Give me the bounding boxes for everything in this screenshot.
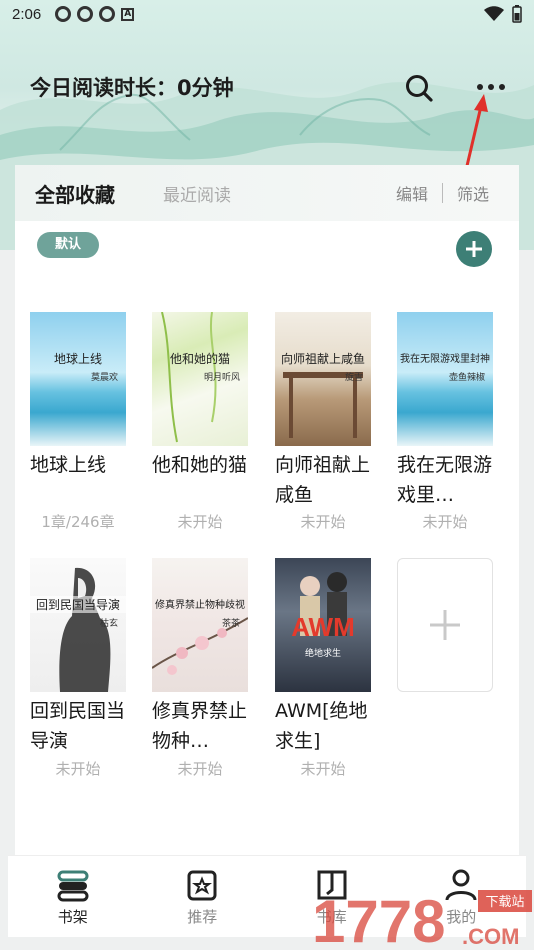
book-cover[interactable]: 修真界禁止物种歧视 茶茶 — [152, 558, 248, 692]
cover-title: 修真界禁止物种歧视 — [155, 600, 245, 611]
recommend-icon — [187, 870, 217, 901]
book-item[interactable]: 我在无限游戏里封神 壶鱼辣椒 我在无限游戏里… — [397, 312, 493, 510]
book-progress: 未开始 — [300, 760, 346, 778]
cover-author: 旋雪 — [344, 373, 363, 383]
search-icon[interactable] — [404, 73, 434, 103]
cover-author: 莫晨欢 — [90, 373, 118, 383]
book-cover[interactable]: 我在无限游戏里封神 壶鱼辣椒 — [397, 312, 493, 446]
svg-text:1778: 1778 — [312, 888, 445, 950]
notification-icon — [77, 6, 94, 22]
book-cover[interactable]: AWM 绝地求生 — [275, 558, 371, 692]
book-cover[interactable]: 回到民国当导演 枯玄 — [30, 558, 126, 692]
add-book-button[interactable] — [397, 558, 493, 692]
shelf-tabs: 全部收藏 最近阅读 编辑 筛选 — [15, 165, 519, 221]
book-item[interactable]: AWM 绝地求生 AWM[绝地求生] — [275, 558, 371, 756]
notification-icons: A — [55, 6, 135, 22]
book-title: AWM[绝地求生] — [275, 700, 368, 752]
bookshelf-card: 全部收藏 最近阅读 编辑 筛选 默认 地球上线 莫晨欢 地球上线 他和她的猫 明… — [15, 165, 519, 855]
book-title: 向师祖献上咸鱼 — [275, 454, 371, 506]
notification-a-icon: A — [121, 7, 135, 21]
cover-title: AWM — [291, 612, 355, 642]
cover-title: 他和她的猫 — [169, 352, 230, 366]
cover-title: 我在无限游戏里封神 — [400, 354, 490, 365]
battery-icon — [512, 5, 522, 23]
wifi-icon — [484, 6, 504, 21]
nav-label: 推荐 — [187, 908, 218, 926]
cover-title: 回到民国当导演 — [30, 596, 126, 613]
book-item[interactable]: 回到民国当导演 枯玄 回到民国当导演 — [30, 558, 126, 756]
notification-icon — [99, 6, 116, 22]
tab-recent-reading[interactable]: 最近阅读 — [163, 181, 231, 206]
book-item[interactable]: 他和她的猫 明月听风 他和她的猫 — [152, 312, 248, 480]
book-cover[interactable]: 地球上线 莫晨欢 — [30, 312, 126, 446]
site-watermark-logo: 1778 .COM 下载站 — [312, 888, 532, 950]
book-progress: 未开始 — [177, 513, 223, 531]
book-cover[interactable]: 他和她的猫 明月听风 — [152, 312, 248, 446]
status-bar: 2:06 A — [0, 0, 534, 28]
book-progress: 未开始 — [177, 760, 223, 778]
cover-author: 枯玄 — [99, 619, 118, 629]
nav-bookshelf[interactable]: 书架 — [8, 856, 138, 937]
book-title: 回到民国当导演 — [30, 700, 126, 752]
book-item[interactable]: 修真界禁止物种歧视 茶茶 修真界禁止物种… — [152, 558, 248, 756]
book-title: 他和她的猫 — [152, 454, 248, 476]
notification-icon — [55, 6, 72, 22]
svg-text:下载站: 下载站 — [485, 895, 524, 910]
book-item[interactable]: 向师祖献上咸鱼 旋雪 向师祖献上咸鱼 — [275, 312, 371, 510]
cover-author: 绝地求生 — [304, 649, 341, 659]
edit-button[interactable]: 编辑 — [396, 181, 428, 205]
status-time: 2:06 — [12, 5, 42, 23]
nav-recommend[interactable]: 推荐 — [138, 856, 268, 937]
cover-author: 茶茶 — [221, 619, 240, 629]
cover-title: 向师祖献上咸鱼 — [280, 352, 365, 366]
filter-button[interactable]: 筛选 — [457, 181, 489, 205]
cover-author: 壶鱼辣椒 — [448, 373, 485, 383]
add-group-button[interactable] — [456, 231, 492, 267]
book-item[interactable]: 地球上线 莫晨欢 地球上线 — [30, 312, 126, 480]
cover-title: 地球上线 — [53, 352, 102, 366]
cover-author: 明月听风 — [203, 373, 240, 383]
reading-time-title: 今日阅读时长：0分钟 — [30, 76, 234, 100]
book-title: 修真界禁止物种… — [152, 700, 248, 752]
book-progress: 未开始 — [300, 513, 346, 531]
book-cover[interactable]: 向师祖献上咸鱼 旋雪 — [275, 312, 371, 446]
tab-all-favorites[interactable]: 全部收藏 — [35, 179, 115, 208]
book-title: 我在无限游戏里… — [397, 454, 493, 506]
plus-icon — [466, 241, 482, 257]
nav-label: 书架 — [57, 908, 88, 926]
book-progress: 未开始 — [422, 513, 468, 531]
tab-divider — [441, 183, 443, 203]
book-progress: 1章/246章 — [41, 513, 115, 531]
group-default-pill[interactable]: 默认 — [37, 232, 99, 258]
plus-icon — [430, 610, 460, 640]
bookshelf-icon — [57, 870, 89, 902]
book-progress: 未开始 — [55, 760, 101, 778]
book-title: 地球上线 — [30, 454, 107, 476]
svg-text:.COM: .COM — [462, 924, 519, 949]
